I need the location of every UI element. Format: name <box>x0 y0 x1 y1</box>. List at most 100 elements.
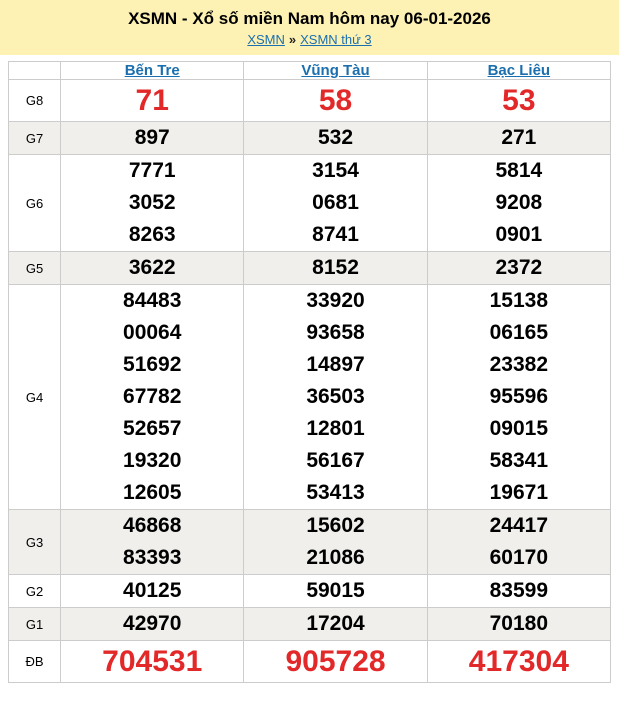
result-number: 60170 <box>489 546 549 569</box>
results-table: Bến Tre Vũng Tàu Bạc Liêu G8 71 58 53 G7… <box>7 61 612 683</box>
prize-label: G2 <box>7 574 62 608</box>
result-cell: 417304 <box>426 640 612 683</box>
result-number: 23382 <box>489 353 549 376</box>
breadcrumb-link-xsmn[interactable]: XSMN <box>247 32 285 47</box>
result-number: 8263 <box>128 223 176 246</box>
prize-row: G7 897 532 271 <box>7 121 612 155</box>
result-number: 897 <box>134 126 170 149</box>
breadcrumb: XSMN» XSMN thứ 3 <box>0 32 619 48</box>
prize-label: G6 <box>7 154 62 252</box>
result-cell: 8152 <box>243 251 428 285</box>
prize-label: G5 <box>7 251 62 285</box>
result-number: 7771 <box>128 159 176 182</box>
prize-row: G5 3622 8152 2372 <box>7 251 612 285</box>
result-number: 905728 <box>285 645 386 678</box>
result-number: 3622 <box>128 256 176 279</box>
result-number: 19671 <box>489 481 549 504</box>
column-header-bac-lieu: Bạc Liêu <box>426 61 612 80</box>
result-cell: 2372 <box>426 251 612 285</box>
result-number: 40125 <box>123 579 182 602</box>
result-number: 17204 <box>306 612 365 635</box>
result-cell: 7771 3052 8263 <box>60 154 245 252</box>
result-cell: 40125 <box>60 574 245 608</box>
header-row: Bến Tre Vũng Tàu Bạc Liêu <box>7 61 612 80</box>
prize-row: ĐB 704531 905728 417304 <box>7 640 612 683</box>
result-number: 84483 <box>123 289 182 312</box>
result-number: 21086 <box>306 546 365 569</box>
result-number: 2372 <box>495 256 543 279</box>
result-number: 33920 <box>306 289 365 312</box>
result-cell: 71 <box>60 79 245 122</box>
result-number: 51692 <box>123 353 182 376</box>
result-number: 12605 <box>123 481 182 504</box>
result-number: 56167 <box>306 449 365 472</box>
result-number: 9208 <box>495 191 543 214</box>
result-number: 59015 <box>306 579 365 602</box>
prize-row: G3 46868 83393 15602 21086 24417 60170 <box>7 509 612 575</box>
breadcrumb-link-xsmn-thu-3[interactable]: XSMN thứ 3 <box>300 32 372 47</box>
results-body: G8 71 58 53 G7 897 532 271 G6 7771 3052 82… <box>7 79 612 683</box>
column-header-ben-tre: Bến Tre <box>60 61 245 80</box>
result-number: 93658 <box>306 321 365 344</box>
result-number: 83599 <box>489 579 549 602</box>
result-number: 83393 <box>123 546 182 569</box>
result-number: 3052 <box>128 191 176 214</box>
result-number: 09015 <box>489 417 549 440</box>
result-number: 58 <box>318 84 353 117</box>
result-number: 532 <box>318 126 354 149</box>
result-cell: 3154 0681 8741 <box>243 154 428 252</box>
column-header-vung-tau: Vũng Tàu <box>243 61 428 80</box>
result-number: 00064 <box>123 321 182 344</box>
result-number: 58341 <box>489 449 549 472</box>
result-cell: 5814 9208 0901 <box>426 154 612 252</box>
result-number: 15602 <box>306 514 365 537</box>
result-number: 0681 <box>312 191 359 214</box>
result-cell: 532 <box>243 121 428 155</box>
page-header: XSMN - Xổ số miền Nam hôm nay 06-01-2026… <box>0 0 619 55</box>
result-cell: 3622 <box>60 251 245 285</box>
result-number: 19320 <box>123 449 182 472</box>
result-number: 70180 <box>489 612 549 635</box>
prize-row: G4 84483 00064 51692 67782 52657 19320 12605 3… <box>7 284 612 510</box>
result-cell: 897 <box>60 121 245 155</box>
province-link-ben-tre[interactable]: Bến Tre <box>125 62 180 79</box>
province-link-bac-lieu[interactable]: Bạc Liêu <box>488 62 551 79</box>
result-cell: 15138 06165 23382 95596 09015 58341 19671 <box>426 284 612 510</box>
result-number: 53413 <box>306 481 365 504</box>
prize-label: G4 <box>7 284 62 510</box>
result-cell: 33920 93658 14897 36503 12801 56167 53413 <box>243 284 428 510</box>
result-cell: 905728 <box>243 640 428 683</box>
result-number: 3154 <box>312 159 359 182</box>
result-number: 71 <box>135 84 169 117</box>
result-number: 5814 <box>495 159 543 182</box>
province-link-vung-tau[interactable]: Vũng Tàu <box>301 62 369 79</box>
result-number: 24417 <box>489 514 549 537</box>
result-cell: 53 <box>426 79 612 122</box>
result-cell: 84483 00064 51692 67782 52657 19320 12605 <box>60 284 245 510</box>
result-cell: 24417 60170 <box>426 509 612 575</box>
result-number: 0901 <box>495 223 543 246</box>
result-cell: 704531 <box>60 640 245 683</box>
result-number: 53 <box>502 84 536 117</box>
result-number: 8152 <box>312 256 359 279</box>
result-number: 52657 <box>123 417 182 440</box>
prize-row: G8 71 58 53 <box>7 79 612 122</box>
result-number: 14897 <box>306 353 365 376</box>
prize-row: G1 42970 17204 70180 <box>7 607 612 641</box>
corner-cell <box>7 61 62 80</box>
result-number: 271 <box>501 126 537 149</box>
result-cell: 83599 <box>426 574 612 608</box>
page-title: XSMN - Xổ số miền Nam hôm nay 06-01-2026 <box>128 9 491 28</box>
result-number: 417304 <box>468 645 569 678</box>
prize-label: G7 <box>7 121 62 155</box>
result-number: 15138 <box>489 289 549 312</box>
result-number: 12801 <box>306 417 365 440</box>
prize-label: ĐB <box>7 640 62 683</box>
result-cell: 46868 83393 <box>60 509 245 575</box>
result-number: 06165 <box>489 321 549 344</box>
result-number: 8741 <box>312 223 359 246</box>
result-cell: 70180 <box>426 607 612 641</box>
result-cell: 58 <box>243 79 428 122</box>
result-number: 67782 <box>123 385 182 408</box>
result-number: 46868 <box>123 514 182 537</box>
